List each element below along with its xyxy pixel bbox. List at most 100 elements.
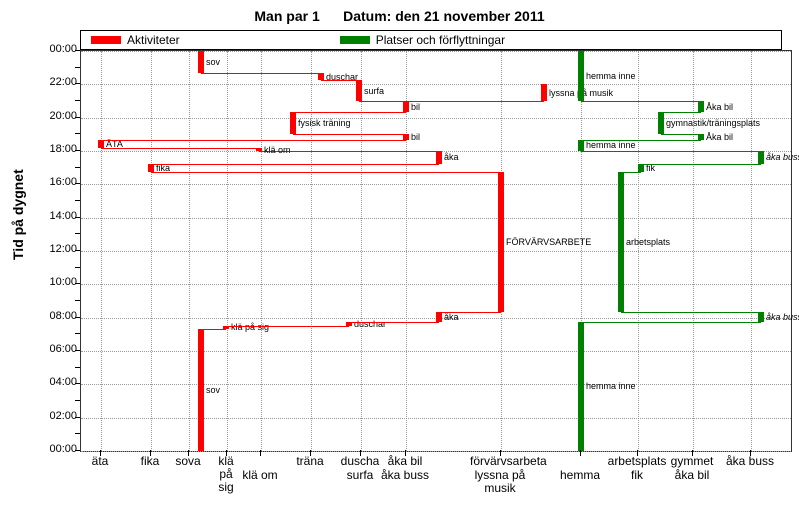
connector-line — [621, 172, 641, 173]
segment-label: åka — [444, 152, 459, 162]
gridline-v — [189, 51, 190, 451]
x-tick-label: åka bil — [375, 455, 435, 468]
segment — [198, 51, 204, 73]
segment-label: arbetsplats — [626, 237, 670, 247]
segment-label: klä på sig — [231, 322, 269, 332]
segment-label: åka buss/spår — [766, 152, 799, 162]
segment-label: hemma inne — [586, 140, 636, 150]
segment — [148, 164, 154, 172]
gridline-h — [81, 184, 791, 185]
connector-line — [101, 148, 259, 149]
segment-label: duschar — [354, 319, 386, 329]
segment — [618, 172, 624, 312]
person-label: Man par 1 — [254, 8, 319, 24]
segment — [638, 164, 644, 172]
segment — [436, 312, 442, 322]
gridline-h — [81, 284, 791, 285]
segment — [578, 51, 584, 101]
legend: Aktiviteter Platser och förflyttningar — [80, 30, 782, 50]
connector-line — [293, 134, 406, 135]
y-tick-mark — [75, 300, 80, 301]
y-tick-label: 20:00 — [27, 110, 77, 122]
connector-line — [151, 164, 439, 165]
connector-line — [661, 112, 701, 113]
segment-label: Åka bil — [706, 132, 733, 142]
x-tick-label: gymmet — [662, 455, 722, 468]
y-tick-label: 02:00 — [27, 410, 77, 422]
y-tick-mark — [75, 233, 80, 234]
y-tick-label: 18:00 — [27, 143, 77, 155]
connector-line — [621, 312, 761, 313]
legend-label-places: Platser och förflyttningar — [376, 33, 505, 47]
legend-swatch-activities — [91, 36, 121, 44]
gridline-h — [81, 218, 791, 219]
segment — [318, 73, 324, 80]
y-tick-mark — [75, 433, 80, 434]
segment — [498, 172, 504, 312]
segment-label: fysisk träning — [298, 118, 351, 128]
x-tick-label: fik — [607, 469, 667, 482]
connector-line — [581, 101, 701, 102]
segment — [541, 84, 547, 101]
segment-label: sov — [206, 385, 220, 395]
segment-label: sov — [206, 57, 220, 67]
segment — [578, 322, 584, 451]
segment-label: hemma inne — [586, 71, 636, 81]
y-tick-mark — [75, 367, 80, 368]
segment-label: klä om — [264, 145, 291, 155]
y-tick-mark — [75, 133, 80, 134]
connector-line — [101, 140, 406, 141]
y-tick-mark — [75, 67, 80, 68]
segment-label: hemma inne — [586, 381, 636, 391]
y-tick-label: 00:00 — [27, 43, 77, 55]
x-tick-label: lyssna på musik — [470, 469, 530, 495]
connector-line — [406, 101, 544, 102]
gridline-v — [361, 51, 362, 451]
segment — [658, 112, 664, 134]
connector-line — [581, 151, 761, 152]
y-tick-label: 08:00 — [27, 310, 77, 322]
date-value: den 21 november 2011 — [395, 8, 544, 24]
gridline-v — [227, 51, 228, 451]
segment — [356, 80, 362, 101]
x-tick-label: arbetsplats — [607, 455, 667, 468]
gridline-v — [311, 51, 312, 451]
connector-line — [201, 73, 321, 74]
segment-label: Åka bil — [706, 102, 733, 112]
gridline-v — [751, 51, 752, 451]
connector-line — [641, 164, 761, 165]
legend-label-activities: Aktiviteter — [127, 33, 180, 47]
segment — [578, 140, 584, 151]
x-tick-mark — [580, 450, 581, 456]
gridline-h — [81, 418, 791, 419]
y-tick-mark — [75, 400, 80, 401]
connector-line — [201, 329, 226, 330]
gridline-h — [81, 251, 791, 252]
y-tick-mark — [75, 100, 80, 101]
connector-line — [349, 322, 439, 323]
x-tick-label: åka buss — [375, 469, 435, 482]
y-tick-label: 06:00 — [27, 343, 77, 355]
connector-line — [226, 326, 349, 327]
gridline-h — [81, 84, 791, 85]
connector-line — [293, 112, 406, 113]
segment — [198, 329, 204, 451]
gridline-h — [81, 384, 791, 385]
segment — [758, 312, 764, 322]
segment-label: bil — [411, 132, 420, 142]
y-tick-label: 14:00 — [27, 210, 77, 222]
date-prefix: Datum: — [343, 8, 391, 24]
y-tick-mark — [75, 333, 80, 334]
x-tick-label: åka bil — [662, 469, 722, 482]
plot-area: sovklä på sigduscharåkaFÖRVÄRVSARBETEfik… — [80, 50, 792, 452]
segment — [98, 140, 104, 148]
gridline-v — [261, 51, 262, 451]
segment — [758, 151, 764, 164]
connector-line — [439, 312, 501, 313]
segment — [403, 101, 409, 112]
y-tick-mark — [75, 267, 80, 268]
gridline-h — [81, 351, 791, 352]
segment-label: bil — [411, 102, 420, 112]
segment-label: FÖRVÄRVSARBETE — [506, 237, 591, 247]
y-tick-label: 10:00 — [27, 276, 77, 288]
